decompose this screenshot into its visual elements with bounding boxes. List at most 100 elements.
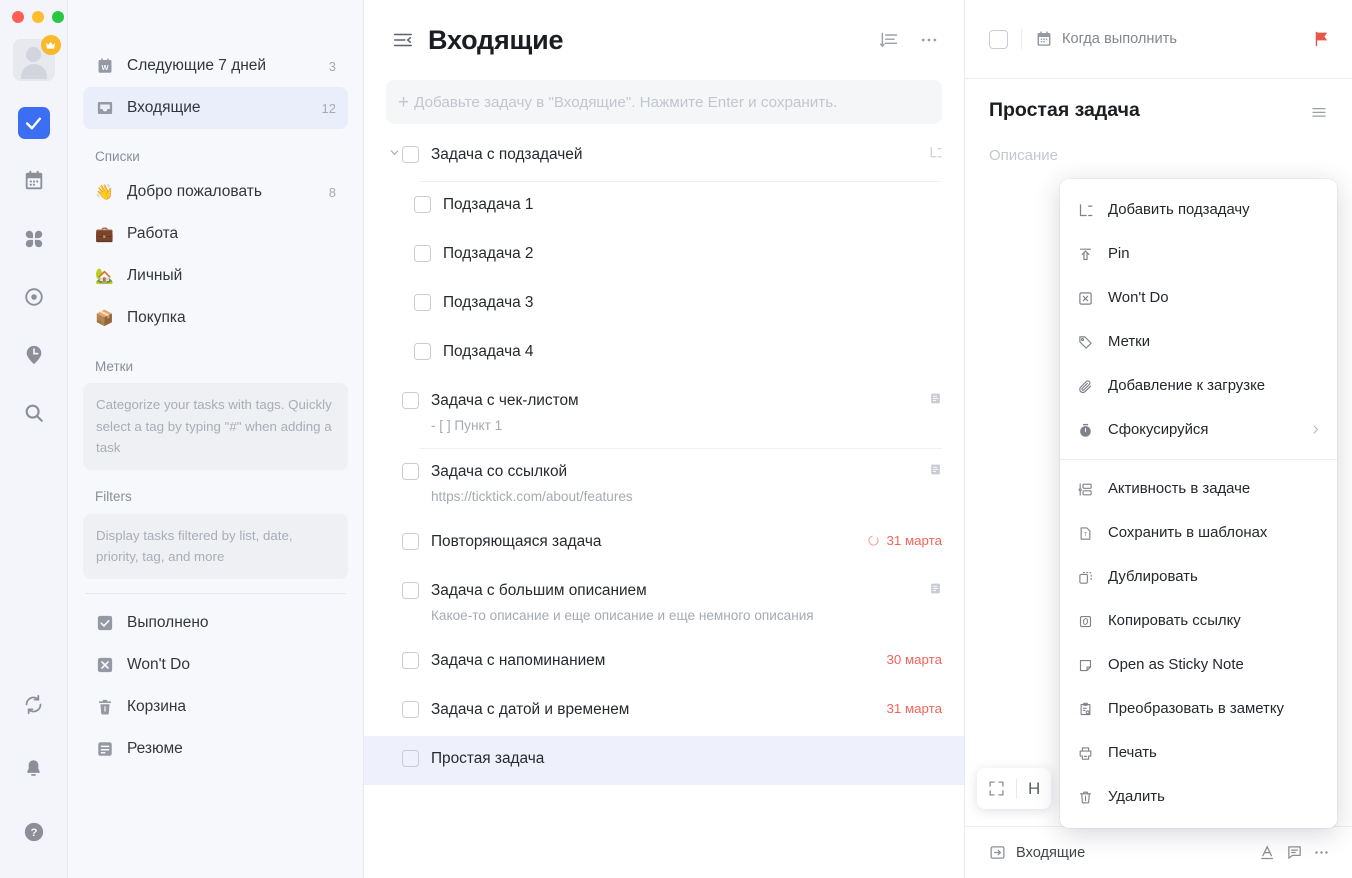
sync-icon[interactable]: [18, 688, 50, 720]
sidebar-item-completed[interactable]: Выполнено: [83, 602, 348, 644]
house-emoji-icon: 🏡: [95, 268, 114, 285]
sidebar-item-work[interactable]: 💼 Работа: [83, 213, 348, 255]
detail-task-title[interactable]: Простая задача: [989, 99, 1328, 127]
table-row[interactable]: Подзадача 2: [364, 231, 964, 280]
task-checkbox[interactable]: [414, 245, 431, 262]
detail-title-text: Простая задача: [989, 99, 1140, 121]
flag-icon[interactable]: [1312, 30, 1330, 48]
avatar[interactable]: [12, 35, 61, 81]
task-checkbox[interactable]: [414, 343, 431, 360]
task-checkbox[interactable]: [402, 749, 419, 767]
sidebar-item-next-7-days[interactable]: W Следующие 7 дней 3: [83, 45, 348, 87]
menu-item-delete[interactable]: Удалить: [1060, 775, 1337, 819]
font-format-icon[interactable]: [1259, 844, 1276, 861]
menu-item-convert-to-note[interactable]: Преобразовать в заметку: [1060, 687, 1337, 731]
task-due-date: 30 марта: [886, 651, 942, 667]
table-row[interactable]: Подзадача 4: [364, 329, 964, 378]
rail-item-matrix[interactable]: [18, 223, 50, 255]
sidebar-item-label: Корзина: [127, 697, 187, 715]
table-row[interactable]: Задача с подзадачей: [364, 132, 964, 181]
menu-item-label: Преобразовать в заметку: [1108, 701, 1284, 717]
sidebar-item-wont-do[interactable]: Won't Do: [83, 644, 348, 686]
task-content: Задача с чек-листом - [ ] Пункт 1: [431, 391, 919, 448]
task-subtitle[interactable]: https://ticktick.com/about/features: [431, 488, 919, 506]
table-row[interactable]: Задача с большим описанием Какое-то опис…: [364, 568, 964, 638]
table-row[interactable]: Задача с датой и временем 31 марта: [364, 687, 964, 736]
task-title: Повторяющаяся задача: [431, 532, 602, 550]
sidebar-item-trash[interactable]: Корзина: [83, 686, 348, 728]
divider: [1021, 29, 1022, 49]
task-checkbox[interactable]: [402, 462, 419, 480]
menu-item-tags[interactable]: Метки: [1060, 320, 1337, 364]
task-checkbox[interactable]: [402, 532, 419, 550]
minimize-window-button[interactable]: [32, 11, 44, 23]
table-row[interactable]: Задача с чек-листом - [ ] Пункт 1: [364, 378, 964, 448]
sidebar-item-inbox[interactable]: Входящие 12: [83, 87, 348, 129]
menu-item-pin[interactable]: Pin: [1060, 232, 1337, 276]
help-circle-icon[interactable]: ?: [18, 816, 50, 848]
chevron-down-icon[interactable]: [386, 147, 402, 158]
collapse-sidebar-icon[interactable]: [392, 29, 414, 51]
sidebar-item-summary[interactable]: Резюме: [83, 728, 348, 770]
list-header: Входящие: [364, 0, 964, 80]
sticky-note-icon: [1076, 658, 1095, 673]
task-meta: [929, 582, 942, 595]
menu-item-activity[interactable]: Активность в задаче: [1060, 467, 1337, 511]
bell-icon[interactable]: [18, 752, 50, 784]
menu-item-sticky-note[interactable]: Open as Sticky Note: [1060, 643, 1337, 687]
sidebar-item-label: Добро пожаловать: [127, 183, 262, 200]
task-checkbox[interactable]: [402, 146, 419, 163]
task-checkbox[interactable]: [402, 700, 419, 718]
detail-description-placeholder[interactable]: Описание: [989, 147, 1328, 164]
rail-item-habit[interactable]: [18, 281, 50, 313]
task-checkbox[interactable]: [402, 651, 419, 669]
sidebar-item-welcome[interactable]: 👋 Добро пожаловать 8: [83, 171, 348, 213]
task-checkbox[interactable]: [402, 581, 419, 599]
task-checkbox[interactable]: [414, 294, 431, 311]
menu-item-attachment[interactable]: Добавление к загрузке: [1060, 364, 1337, 408]
menu-item-copy-link[interactable]: Копировать ссылку: [1060, 599, 1337, 643]
menu-item-label: Дублировать: [1108, 569, 1198, 585]
menu-item-duplicate[interactable]: Дублировать: [1060, 555, 1337, 599]
hamburger-icon[interactable]: [1310, 103, 1328, 127]
more-horizontal-icon[interactable]: [1313, 844, 1330, 861]
menu-item-save-template[interactable]: T Сохранить в шаблонах: [1060, 511, 1337, 555]
detail-list-button[interactable]: Входящие: [989, 844, 1249, 861]
table-row[interactable]: Повторяющаяся задача 31 марта: [364, 519, 964, 568]
add-task-input[interactable]: + Добавьте задачу в "Входящие". Нажмите …: [386, 80, 942, 124]
rail-item-calendar[interactable]: [18, 165, 50, 197]
table-row[interactable]: Задача с напоминанием 30 марта: [364, 638, 964, 687]
menu-item-print[interactable]: Печать: [1060, 731, 1337, 775]
heading-format-button[interactable]: H: [1028, 779, 1040, 799]
menu-item-label: Добавление к загрузке: [1108, 378, 1266, 394]
sidebar-item-shopping[interactable]: 📦 Покупка: [83, 297, 348, 339]
menu-item-focus[interactable]: Сфокусируйся: [1060, 408, 1337, 452]
comment-icon[interactable]: [1286, 844, 1303, 861]
task-checkbox[interactable]: [402, 392, 419, 409]
menu-item-add-subtask[interactable]: Добавить подзадачу: [1060, 188, 1337, 232]
more-horizontal-icon[interactable]: [916, 27, 942, 53]
task-content: Задача с датой и временем: [431, 700, 877, 732]
close-window-button[interactable]: [12, 11, 24, 23]
task-title: Задача с большим описанием: [431, 581, 647, 599]
sidebar-item-count: 8: [328, 184, 336, 200]
rail-nav: [0, 107, 67, 429]
task-checkbox[interactable]: [414, 196, 431, 213]
table-row[interactable]: Подзадача 1: [364, 182, 964, 231]
detail-task-checkbox[interactable]: [989, 29, 1008, 49]
sort-icon[interactable]: [876, 27, 902, 53]
table-row[interactable]: Задача со ссылкой https://ticktick.com/a…: [364, 449, 964, 519]
zoom-window-button[interactable]: [52, 11, 64, 23]
expand-icon[interactable]: [988, 780, 1005, 797]
due-date-button[interactable]: Когда выполнить: [1035, 30, 1299, 48]
sidebar-item-personal[interactable]: 🏡 Личный: [83, 255, 348, 297]
svg-text:T: T: [1084, 532, 1088, 538]
rail-item-pomodoro[interactable]: [18, 339, 50, 371]
table-row[interactable]: Простая задача: [364, 735, 964, 785]
x-box-icon: [1076, 291, 1095, 306]
rail-item-tasks[interactable]: [17, 107, 50, 139]
rail-item-search[interactable]: [18, 397, 50, 429]
table-row[interactable]: Подзадача 3: [364, 280, 964, 329]
menu-item-wont-do[interactable]: Won't Do: [1060, 276, 1337, 320]
task-content: Задача со ссылкой https://ticktick.com/a…: [431, 462, 919, 519]
